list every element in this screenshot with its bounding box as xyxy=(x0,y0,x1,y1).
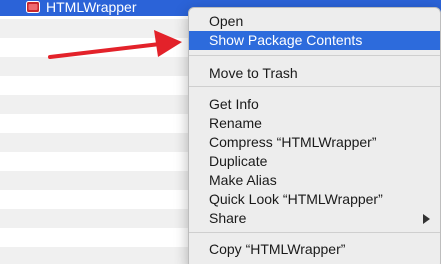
menu-item-label: Quick Look “HTMLWrapper” xyxy=(209,191,383,207)
menu-item-share[interactable]: Share xyxy=(189,209,440,228)
menu-item-label: Compress “HTMLWrapper” xyxy=(209,134,377,150)
menu-item-get-info[interactable]: Get Info xyxy=(189,95,440,114)
menu-item-label: Share xyxy=(209,210,247,226)
menu-item-label: Get Info xyxy=(209,96,259,112)
context-menu: Open Show Package Contents Move to Trash Ge… xyxy=(188,7,441,264)
menu-item-duplicate[interactable]: Duplicate xyxy=(189,152,440,171)
menu-item-label: Move to Trash xyxy=(209,65,298,81)
menu-item-quick-look-htmlwrapper[interactable]: Quick Look “HTMLWrapper” xyxy=(189,190,440,209)
menu-item-make-alias[interactable]: Make Alias xyxy=(189,171,440,190)
menu-item-open[interactable]: Open xyxy=(189,12,440,31)
menu-separator xyxy=(189,232,440,233)
application-icon xyxy=(26,0,40,14)
file-name: HTMLWrapper xyxy=(46,0,137,15)
menu-item-show-package-contents[interactable]: Show Package Contents xyxy=(189,31,440,50)
menu-item-move-to-trash[interactable]: Move to Trash xyxy=(189,64,440,83)
menu-item-label: Open xyxy=(209,13,244,29)
menu-item-label: Duplicate xyxy=(209,153,268,169)
menu-item-copy-htmlwrapper[interactable]: Copy “HTMLWrapper” xyxy=(189,240,440,259)
menu-item-label: Show Package Contents xyxy=(209,32,363,48)
menu-separator xyxy=(189,86,440,87)
finder-window: HTMLWrapper Open Show Package Contents Mov… xyxy=(0,0,441,264)
menu-separator xyxy=(189,55,440,56)
submenu-arrow-icon xyxy=(423,214,430,224)
menu-item-rename[interactable]: Rename xyxy=(189,114,440,133)
menu-item-label: Make Alias xyxy=(209,172,277,188)
menu-item-compress-htmlwrapper[interactable]: Compress “HTMLWrapper” xyxy=(189,133,440,152)
menu-item-label: Copy “HTMLWrapper” xyxy=(209,241,346,257)
menu-item-label: Rename xyxy=(209,115,262,131)
